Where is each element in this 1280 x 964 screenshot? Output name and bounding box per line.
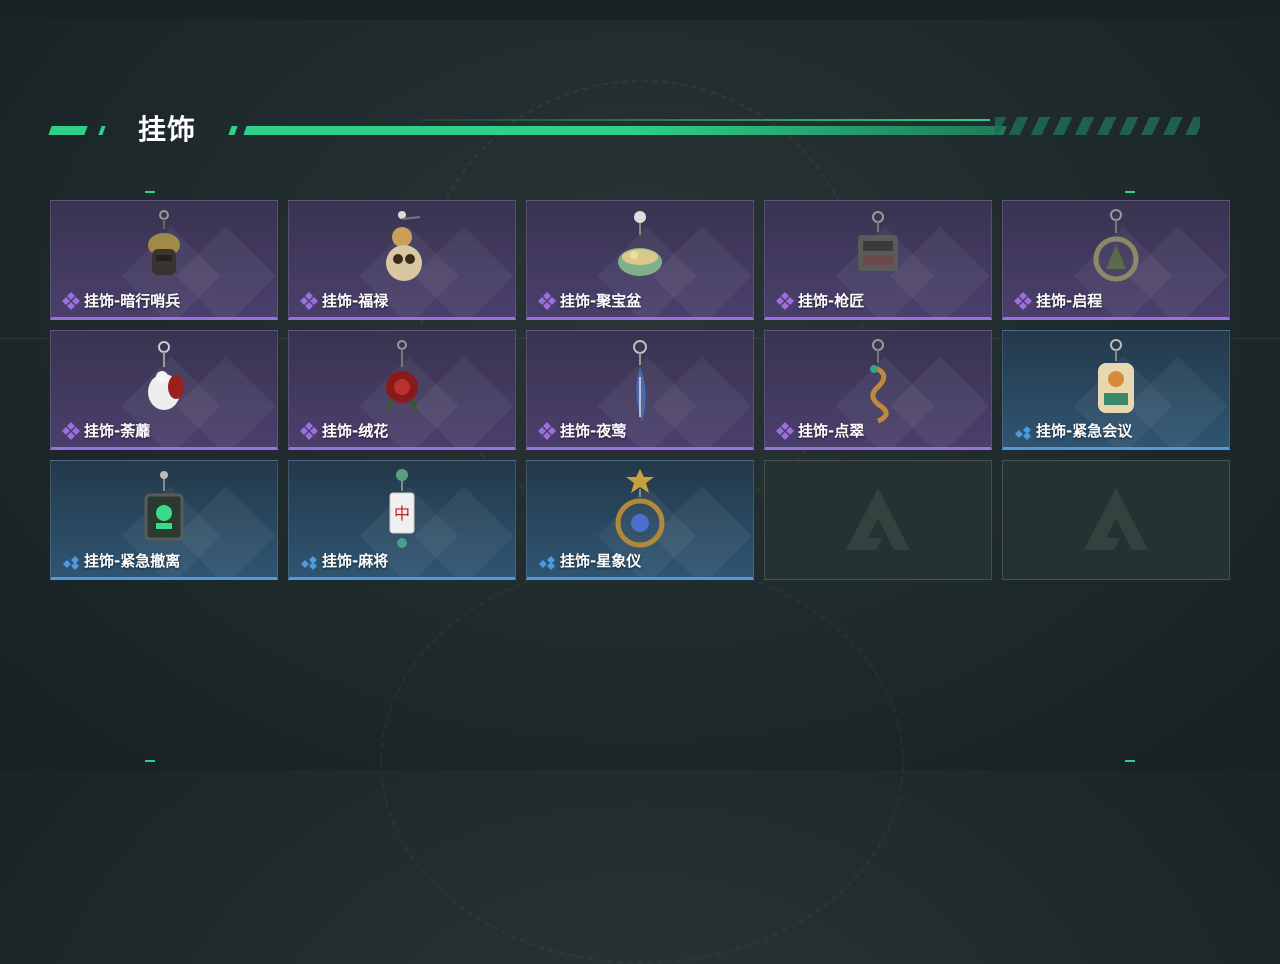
charm-name: 挂饰-枪匠 (798, 292, 865, 310)
charm-name: 挂饰-紧急撤离 (84, 552, 181, 570)
charm-card[interactable]: 挂饰-紧急撤离 (50, 460, 278, 580)
charm-name: 挂饰-夜莺 (560, 422, 627, 440)
charm-name: 挂饰-麻将 (322, 552, 389, 570)
rarity-diamond-icon (538, 292, 556, 310)
rose-charm-icon (385, 340, 419, 413)
serpent-charm-icon (870, 339, 889, 424)
meeting-charm-icon (1098, 339, 1134, 413)
charm-name: 挂饰-暗行哨兵 (84, 292, 181, 310)
section-title: 挂饰 (138, 113, 197, 146)
rarity-diamond-icon (538, 422, 556, 440)
corner-mark (1125, 191, 1135, 193)
placeholder-logo-icon (1084, 488, 1148, 550)
rarity-diamond-icon (62, 422, 80, 440)
charm-card[interactable]: 挂饰-紧急会议 (1002, 330, 1230, 450)
background-ring (380, 560, 904, 964)
rarity-diamond-icon (62, 292, 80, 310)
charm-card[interactable]: 挂饰-荼蘼 (50, 330, 278, 450)
rarity-diamond-icon (300, 422, 318, 440)
rarity-diamond-icon (539, 556, 555, 570)
charm-name: 挂饰-星象仪 (560, 552, 642, 570)
departure-charm-icon (1093, 209, 1139, 282)
header-dash (228, 126, 238, 135)
charm-card[interactable]: 挂饰-聚宝盆 (526, 200, 754, 320)
charm-card[interactable]: 挂饰-枪匠 (764, 200, 992, 320)
corner-mark (145, 191, 155, 193)
corner-mark (145, 760, 155, 762)
rarity-diamond-icon (776, 422, 794, 440)
rarity-diamond-icon (300, 292, 318, 310)
empty-slot (764, 460, 992, 580)
gunsmith-charm-icon (858, 211, 898, 271)
gourd-charm-icon (386, 211, 422, 281)
astrolabe-charm-icon (615, 469, 665, 548)
rarity-diamond-icon (1014, 292, 1032, 310)
charm-card[interactable]: 挂饰-绒花 (288, 330, 516, 450)
mahjong-charm-icon: 中 (389, 469, 415, 548)
placeholder-logo-icon (846, 488, 910, 550)
top-bar (0, 0, 1280, 20)
empty-slot (1002, 460, 1230, 580)
charm-card[interactable]: 挂饰-启程 (1002, 200, 1230, 320)
charm-card[interactable]: 挂饰-点翠 (764, 330, 992, 450)
charm-name: 挂饰-聚宝盆 (560, 292, 642, 310)
corner-mark (1125, 760, 1135, 762)
header-dash (48, 126, 88, 135)
rarity-diamond-icon (301, 556, 317, 570)
header-checker-stripe (995, 117, 1200, 135)
charm-card[interactable]: 挂饰-暗行哨兵 (50, 200, 278, 320)
rarity-diamond-icon (63, 556, 79, 570)
charm-grid: 挂饰-暗行哨兵 挂饰-福禄 挂饰-聚宝盆 挂饰-枪匠 挂饰-启程 挂饰-荼蘼 挂饰-绒花 挂饰… (50, 200, 1230, 580)
charm-name: 挂饰-荼蘼 (84, 422, 151, 440)
charm-name: 挂饰-紧急会议 (1036, 422, 1133, 440)
rarity-diamond-icon (776, 292, 794, 310)
evac-charm-icon (144, 471, 184, 541)
charm-name: 挂饰-启程 (1036, 292, 1103, 310)
header-bar (243, 126, 1007, 135)
charm-card[interactable]: 挂饰-星象仪 (526, 460, 754, 580)
charm-card[interactable]: 挂饰-福禄 (288, 200, 516, 320)
charm-name: 挂饰-福禄 (322, 292, 389, 310)
charm-card[interactable]: 挂饰-夜莺 (526, 330, 754, 450)
header-thin-line (420, 119, 990, 121)
header-dash (98, 126, 106, 135)
charm-name: 挂饰-绒花 (322, 422, 389, 440)
sentry-charm-icon (148, 210, 180, 275)
flower-doll-charm-icon (148, 341, 184, 410)
charm-card[interactable]: 中挂饰-麻将 (288, 460, 516, 580)
feather-charm-icon (633, 340, 647, 422)
svg-text:中: 中 (394, 504, 410, 523)
rarity-diamond-icon (1015, 426, 1031, 440)
treasure-bowl-charm-icon (618, 211, 662, 276)
charm-name: 挂饰-点翠 (798, 422, 865, 440)
